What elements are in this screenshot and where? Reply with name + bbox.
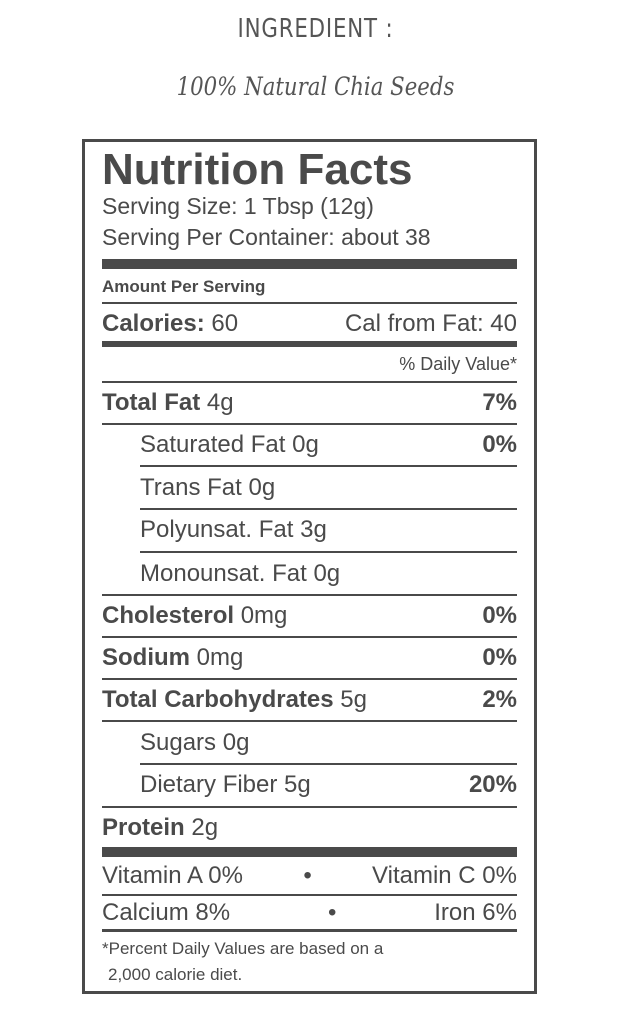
nutrient-name: Total Carbohydrates: [102, 686, 334, 713]
vitamin-right: Iron 6%: [434, 899, 517, 926]
nutrient-amount: 0mg: [196, 644, 244, 671]
nutrient-amount: 0mg: [240, 602, 288, 629]
thick-divider: [102, 259, 517, 269]
nutrient-row-sodium: Sodium 0mg 0%: [102, 640, 517, 676]
nutrient-row-polyunsat-fat: Polyunsat. Fat 3g: [140, 512, 517, 548]
nutrient-amount: 2g: [191, 814, 219, 841]
nutrient-name: Protein: [102, 814, 185, 841]
divider: [102, 302, 517, 304]
nutrition-facts-label: Nutrition Facts Serving Size: 1 Tbsp (12…: [82, 139, 537, 994]
nutrient-dv: 0%: [482, 602, 517, 629]
nutrient-dv: 2%: [482, 686, 517, 713]
nutrient-row-saturated-fat: Saturated Fat 0g 0%: [140, 427, 517, 463]
vitamin-left: Calcium 8%: [102, 899, 231, 926]
nutrient-name: Cholesterol: [102, 602, 235, 629]
nutrient-name: Saturated Fat: [140, 431, 286, 458]
label-title: Nutrition Facts: [102, 145, 413, 194]
vitamin-right: Vitamin C 0%: [372, 862, 517, 889]
divider: [102, 423, 517, 425]
nutrient-row-monounsat-fat: Monounsat. Fat 0g: [140, 556, 517, 592]
nutrient-name: Dietary Fiber: [140, 771, 278, 798]
divider: [102, 636, 517, 638]
nutrient-name: Trans Fat: [140, 474, 242, 501]
amount-per-serving: Amount Per Serving: [102, 277, 266, 296]
amount-per-serving-row: Amount Per Serving: [102, 271, 517, 303]
nutrient-amount: 4g: [206, 389, 234, 416]
calories-row: Calories: 60 Cal from Fat: 40: [102, 306, 517, 342]
divider: [140, 763, 517, 765]
divider: [102, 929, 517, 932]
nutrient-row-total-fat: Total Fat 4g 7%: [102, 385, 517, 421]
nutrient-row-trans-fat: Trans Fat 0g: [140, 470, 517, 506]
nutrient-amount: 0g: [292, 431, 319, 458]
nutrient-name: Sugars: [140, 729, 217, 756]
ingredient-text: 100% Natural Chia Seeds: [176, 72, 455, 101]
nutrient-amount: 3g: [300, 516, 327, 543]
divider: [140, 508, 517, 510]
nutrient-name: Monounsat. Fat: [140, 560, 307, 587]
nutrient-row-total-carbohydrates: Total Carbohydrates 5g 2%: [102, 682, 517, 718]
nutrient-dv: 0%: [482, 431, 517, 458]
divider: [102, 594, 517, 596]
vitamin-row: Calcium 8% • Iron 6%: [102, 895, 517, 931]
nutrient-dv: 7%: [482, 389, 517, 416]
nutrient-row-cholesterol: Cholesterol 0mg 0%: [102, 598, 517, 634]
nutrient-amount: 5g: [340, 686, 367, 713]
divider: [140, 551, 517, 553]
bullet-separator: •: [303, 862, 312, 889]
divider: [140, 465, 517, 467]
nutrient-name: Sodium: [102, 644, 190, 671]
nutrient-row-sugars: Sugars 0g: [140, 725, 517, 761]
cal-from-fat: Cal from Fat: 40: [344, 310, 517, 337]
serving-size: Serving Size: 1 Tbsp (12g): [102, 193, 374, 219]
nutrient-amount: 0g: [248, 474, 276, 501]
calories-value: 60: [211, 310, 239, 337]
nutrient-amount: 5g: [284, 771, 311, 798]
footnote-line-1: *Percent Daily Values are based on a: [102, 939, 384, 958]
divider: [102, 720, 517, 722]
thick-divider: [102, 847, 517, 857]
nutrient-amount: 0g: [222, 729, 250, 756]
nutrient-row-protein: Protein 2g: [102, 810, 517, 846]
daily-value-header-row: % Daily Value*: [102, 347, 517, 381]
nutrient-dv: 0%: [482, 644, 517, 671]
bullet-separator: •: [327, 899, 337, 926]
divider: [102, 381, 517, 383]
nutrient-name: Polyunsat. Fat: [140, 516, 294, 543]
ingredient-heading: INGREDIENT :: [237, 14, 394, 44]
nutrient-amount: 0g: [313, 560, 341, 587]
nutrient-dv: 20%: [468, 771, 517, 798]
vitamin-left: Vitamin A 0%: [102, 862, 243, 889]
servings-per-container: Serving Per Container: about 38: [102, 224, 431, 250]
daily-value-header: % Daily Value*: [399, 353, 517, 374]
calories-label: Calories:: [102, 310, 205, 337]
divider: [102, 806, 517, 808]
footnote-line-2: 2,000 calorie diet.: [108, 965, 243, 984]
nutrient-name: Total Fat: [102, 389, 201, 416]
nutrient-row-dietary-fiber: Dietary Fiber 5g 20%: [140, 767, 517, 803]
vitamin-row: Vitamin A 0% • Vitamin C 0%: [102, 858, 517, 894]
divider: [102, 678, 517, 680]
